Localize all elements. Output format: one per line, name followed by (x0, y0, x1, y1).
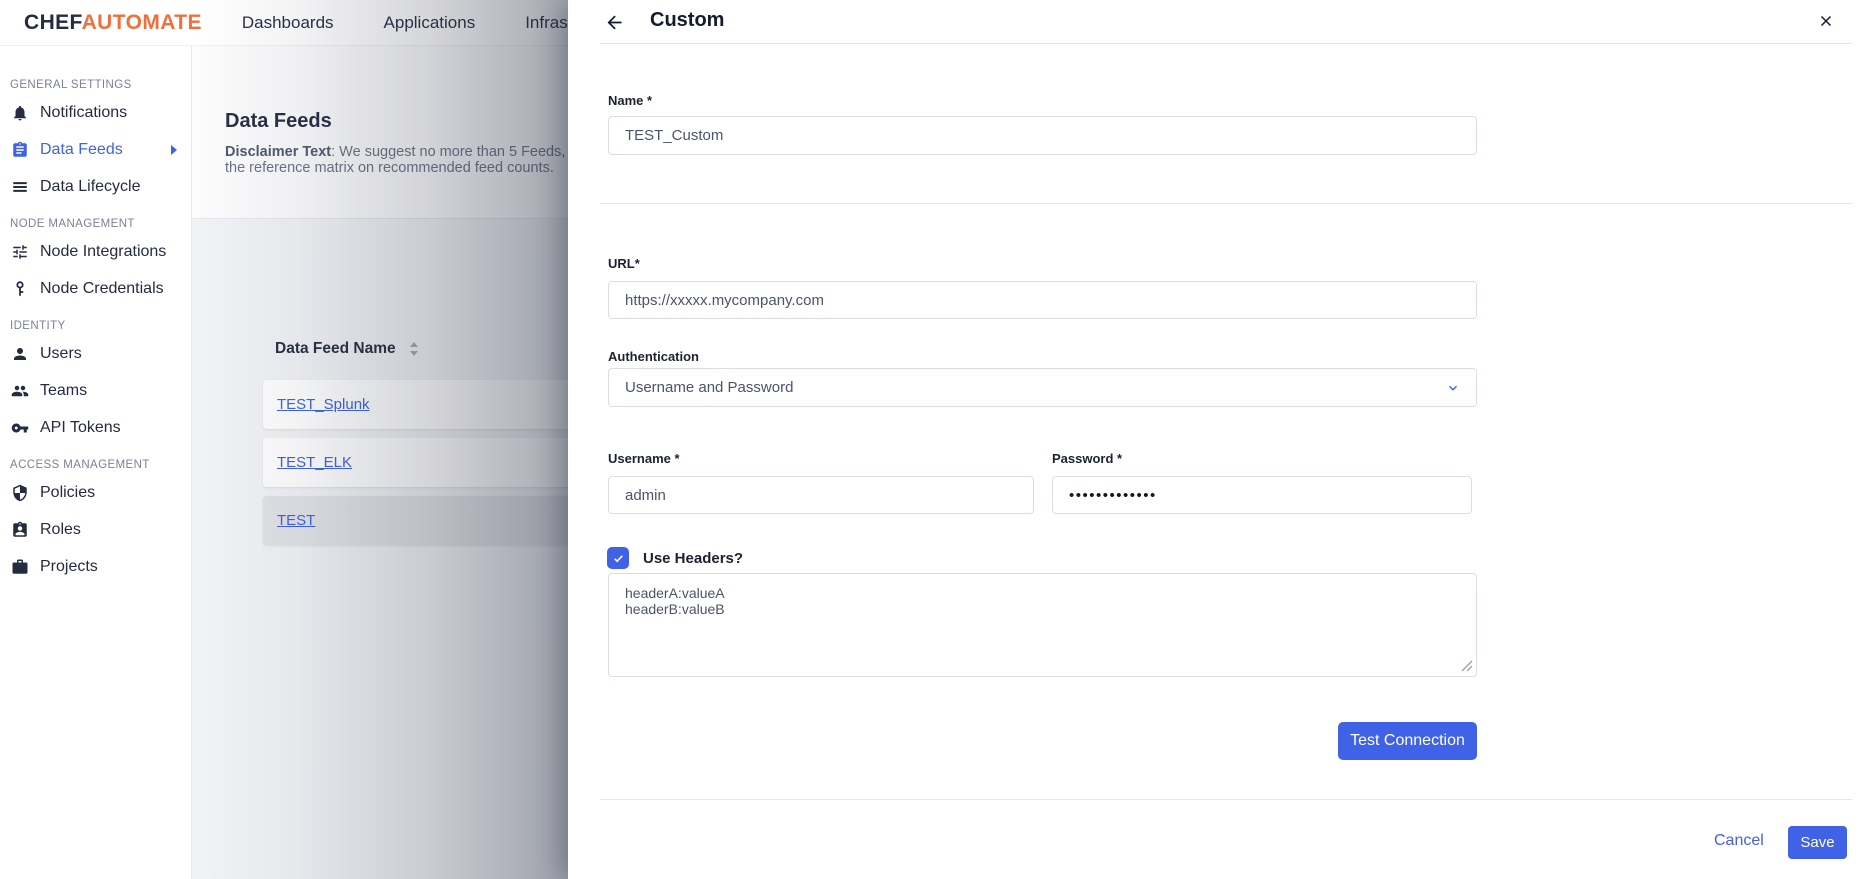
password-input[interactable] (1052, 476, 1472, 514)
sidebar-item-node-credentials[interactable]: Node Credentials (0, 270, 191, 307)
save-button[interactable]: Save (1788, 826, 1847, 859)
chevron-down-icon (1446, 381, 1460, 395)
sidebar-item-data-feeds[interactable]: Data Feeds (0, 131, 191, 168)
sidebar-item-label: Node Credentials (40, 280, 164, 298)
logo-automate-text: AUTOMATE (82, 11, 202, 34)
key-icon (11, 419, 29, 437)
nav-item-applications[interactable]: Applications (384, 13, 476, 33)
nav-item-dashboards[interactable]: Dashboards (242, 13, 334, 33)
use-headers-checkbox[interactable] (607, 547, 629, 569)
data-feed-link-test-splunk[interactable]: TEST_Splunk (277, 396, 370, 413)
badge-icon (11, 521, 29, 539)
sidebar-item-label: Data Feeds (40, 141, 123, 159)
bell-icon (11, 104, 29, 122)
test-connection-button[interactable]: Test Connection (1338, 722, 1477, 760)
username-input[interactable] (608, 476, 1034, 514)
data-feed-detail-panel: Custom Name * URL* Authentication Userna… (568, 0, 1862, 879)
chef-automate-logo[interactable]: CHEFAUTOMATE (24, 11, 202, 35)
key-vertical-icon (11, 280, 29, 298)
close-button[interactable] (1817, 11, 1837, 31)
use-headers-label: Use Headers? (643, 550, 743, 567)
back-button[interactable] (604, 11, 626, 33)
sort-icon[interactable] (408, 341, 420, 357)
authentication-label: Authentication (608, 349, 699, 364)
disclaimer-text: Disclaimer Text: We suggest no more than… (225, 144, 578, 176)
sidebar-item-label: Projects (40, 558, 98, 576)
footer-divider (600, 799, 1852, 800)
check-icon (612, 552, 625, 565)
section-header-general-settings: GENERAL SETTINGS (10, 79, 181, 91)
app: CHEFAUTOMATE Dashboards Applications Inf… (0, 0, 1862, 879)
sidebar-item-projects[interactable]: Projects (0, 548, 191, 585)
briefcase-icon (11, 558, 29, 576)
sidebar-item-api-tokens[interactable]: API Tokens (0, 409, 191, 446)
section-divider (600, 203, 1852, 204)
section-header-identity: IDENTITY (10, 320, 181, 332)
authentication-select[interactable]: Username and Password (608, 368, 1477, 407)
username-label: Username * (608, 451, 680, 466)
sidebar-item-label: Node Integrations (40, 243, 166, 261)
sliders-icon (11, 243, 29, 261)
active-item-arrow-icon (171, 145, 177, 155)
section-header-access-management: ACCESS MANAGEMENT (10, 459, 181, 471)
clipboard-icon (11, 141, 29, 159)
url-label: URL* (608, 256, 640, 271)
name-input[interactable] (608, 116, 1477, 155)
panel-header: Custom (568, 0, 1862, 44)
sidebar-item-label: Roles (40, 521, 81, 539)
sidebar-item-label: Notifications (40, 104, 127, 122)
back-arrow-icon (604, 12, 626, 33)
cancel-button[interactable]: Cancel (1708, 831, 1770, 851)
url-input[interactable] (608, 281, 1477, 319)
sidebar-item-users[interactable]: Users (0, 335, 191, 372)
headers-textarea[interactable]: headerA:valueA headerB:valueB (608, 573, 1477, 677)
sidebar-item-label: API Tokens (40, 419, 121, 437)
data-feed-link-test[interactable]: TEST (277, 512, 315, 529)
sidebar-item-policies[interactable]: Policies (0, 474, 191, 511)
password-label: Password * (1052, 451, 1122, 466)
sidebar-item-node-integrations[interactable]: Node Integrations (0, 233, 191, 270)
header-divider (600, 43, 1852, 44)
person-icon (11, 345, 29, 363)
panel-title: Custom (650, 9, 724, 32)
sidebar-item-label: Teams (40, 382, 87, 400)
settings-sidebar: GENERAL SETTINGS Notifications Data Feed… (0, 46, 192, 879)
people-icon (11, 382, 29, 400)
table-header: Data Feed Name (275, 340, 420, 358)
table-column-header: Data Feed Name (275, 340, 396, 358)
sidebar-item-notifications[interactable]: Notifications (0, 94, 191, 131)
list-icon (11, 178, 29, 196)
sidebar-item-label: Data Lifecycle (40, 178, 141, 196)
sidebar-item-label: Users (40, 345, 82, 363)
authentication-selected-value: Username and Password (625, 379, 793, 396)
data-feed-link-test-elk[interactable]: TEST_ELK (277, 454, 352, 471)
close-icon (1817, 12, 1837, 30)
page-title: Data Feeds (225, 110, 332, 133)
name-label: Name * (608, 93, 652, 108)
sidebar-item-teams[interactable]: Teams (0, 372, 191, 409)
section-header-node-management: NODE MANAGEMENT (10, 218, 181, 230)
logo-chef-text: CHEF (24, 11, 82, 34)
sidebar-item-label: Policies (40, 484, 95, 502)
sidebar-item-data-lifecycle[interactable]: Data Lifecycle (0, 168, 191, 205)
sidebar-item-roles[interactable]: Roles (0, 511, 191, 548)
shield-icon (11, 484, 29, 502)
